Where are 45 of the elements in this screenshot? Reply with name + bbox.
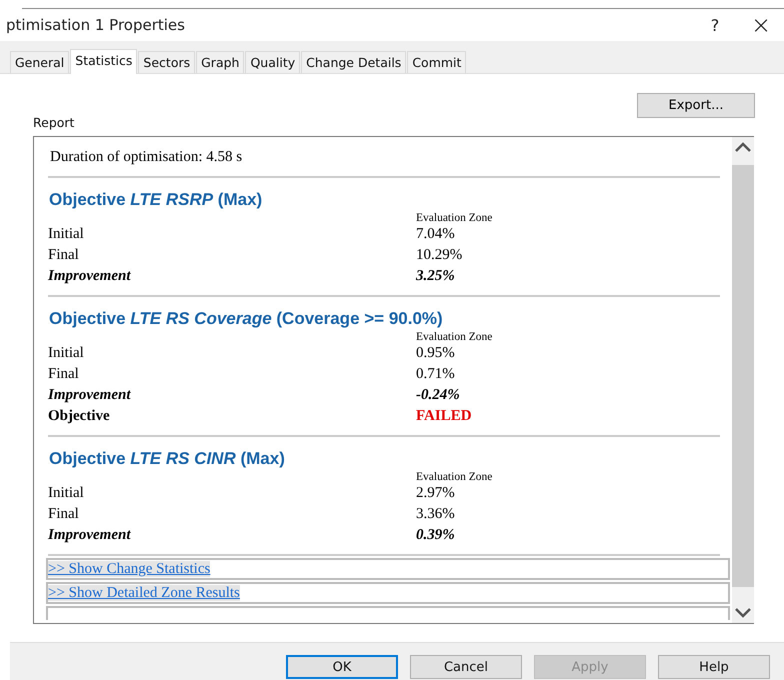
report-label: Report	[33, 115, 74, 130]
row-value: 2.97%	[416, 484, 456, 503]
help-button[interactable]: ?	[692, 16, 738, 34]
objective-heading: Objective LTE RSRP (Max)	[48, 189, 264, 211]
row-label: Initial	[48, 344, 85, 363]
row-value: 3.36%	[416, 505, 456, 524]
duration-text: Duration of optimisation: 4.58 s	[48, 149, 720, 178]
row-value: 3.25%	[416, 267, 456, 286]
dialog-button[interactable]: Help	[658, 655, 770, 679]
expand-link[interactable]: >> Show Change Statistics	[46, 558, 730, 580]
row-value: 0.71%	[416, 365, 456, 384]
dialog-button[interactable]: OK	[286, 655, 398, 679]
status-value: FAILED	[416, 407, 473, 426]
export-button[interactable]: Export...	[637, 93, 755, 118]
row-label: Final	[48, 246, 80, 265]
tab[interactable]: Quality	[245, 51, 300, 73]
row-label: Final	[48, 365, 80, 384]
objective-heading: Objective LTE RS CINR (Max)	[48, 448, 286, 470]
scrollbar-thumb[interactable]	[732, 165, 754, 587]
row-label: Initial	[48, 484, 85, 503]
objective-heading: Objective LTE RS Coverage (Coverage >= 90.0%)	[48, 308, 444, 330]
row-value: 0.95%	[416, 344, 456, 363]
column-header: Evaluation Zone	[416, 212, 494, 224]
tab[interactable]: General	[10, 51, 70, 73]
row-value: 10.29%	[416, 246, 464, 265]
column-header: Evaluation Zone	[416, 331, 494, 343]
close-button[interactable]: ×	[738, 11, 784, 39]
row-value: -0.24%	[416, 386, 461, 405]
tab[interactable]: Change Details	[301, 51, 406, 73]
column-header: Evaluation Zone	[416, 471, 494, 483]
row-label: Initial	[48, 225, 85, 244]
tab[interactable]: Commit	[407, 51, 466, 73]
tab[interactable]: Sectors	[138, 51, 196, 73]
dialog-button[interactable]: Cancel	[410, 655, 522, 679]
tab[interactable]: Graph	[196, 51, 244, 73]
row-label: Improvement	[48, 386, 132, 405]
row-value: 0.39%	[416, 526, 456, 545]
row-value: 7.04%	[416, 225, 456, 244]
row-label: Improvement	[48, 526, 132, 545]
row-label: Improvement	[48, 267, 132, 286]
tab[interactable]: Statistics	[70, 49, 138, 74]
row-label: Objective	[48, 407, 111, 426]
expand-link[interactable]: >> Show Detailed Zone Results	[46, 582, 730, 604]
window-title: ptimisation 1 Properties	[6, 16, 186, 34]
row-label: Final	[48, 505, 80, 524]
